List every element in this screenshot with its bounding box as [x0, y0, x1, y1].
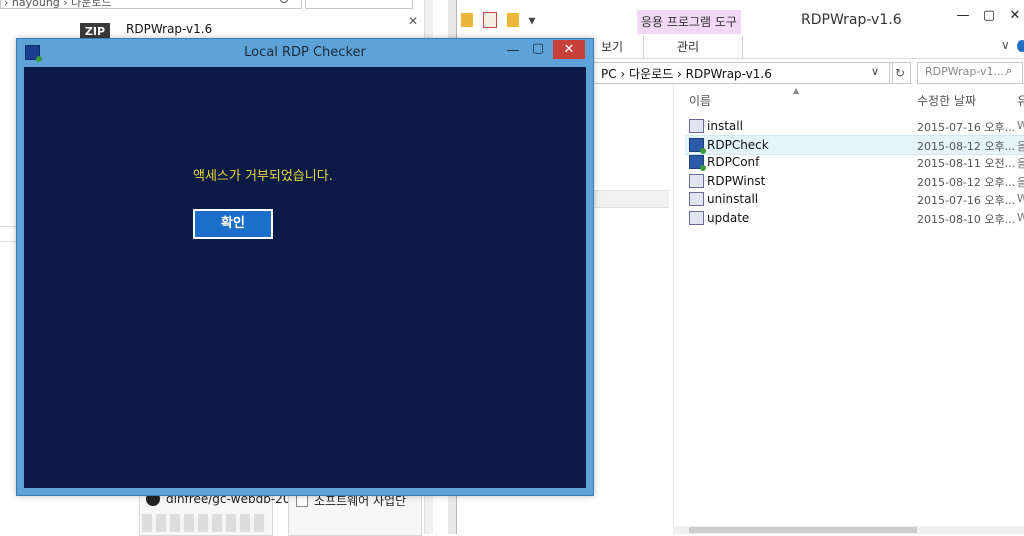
folder-icon[interactable] [461, 13, 473, 27]
search-input[interactable] [305, 0, 413, 9]
tab-manage[interactable]: 관리 [677, 38, 699, 55]
sort-arrow-icon: ▲ [793, 86, 800, 95]
maximize-icon[interactable]: ▢ [977, 8, 1001, 24]
minimize-icon[interactable]: — [951, 8, 975, 24]
properties-icon[interactable] [482, 12, 497, 28]
rdp-app-icon [689, 138, 706, 154]
file-type: W [1017, 192, 1024, 205]
close-icon[interactable]: ✕ [1003, 8, 1024, 24]
close-button[interactable]: ✕ [553, 40, 585, 59]
file-name: RDPConf [707, 155, 760, 169]
close-icon[interactable]: ✕ [408, 14, 418, 28]
new-folder-icon[interactable] [506, 13, 519, 27]
rdp-app-icon [689, 155, 706, 171]
column-header-type[interactable]: 유 [1017, 92, 1024, 109]
file-date: 2015-08-10 오후... [917, 213, 1016, 226]
file-row[interactable]: uninstall 2015-07-16 오후... W [685, 190, 1024, 208]
column-header-name[interactable]: 이름 [689, 92, 711, 109]
maximize-icon[interactable]: ▢ [528, 41, 548, 56]
refresh-icon[interactable]: ↻ [889, 62, 911, 84]
file-date: 2015-08-12 오후... [917, 176, 1016, 189]
console-app-icon [689, 174, 704, 188]
file-row[interactable]: RDPWinst 2015-08-12 오후... 을 [685, 172, 1024, 190]
expand-ribbon-icon[interactable]: ∨ [1001, 38, 1010, 52]
chevron-down-icon[interactable]: ∨ [871, 65, 879, 78]
file-date: 2015-07-16 오후... [917, 194, 1016, 207]
refresh-icon[interactable]: ↻ [278, 0, 290, 8]
file-date: 2015-07-16 오후... [917, 121, 1016, 134]
minimize-icon[interactable]: — [503, 43, 523, 58]
file-type: W [1017, 211, 1024, 224]
file-row[interactable]: RDPCheck 2015-08-12 오후... 을 [685, 135, 1024, 155]
script-file-icon [689, 119, 704, 133]
tab-view[interactable]: 보기 [601, 38, 623, 55]
file-date: 2015-08-12 오후... [917, 140, 1016, 153]
pane-divider[interactable] [673, 84, 674, 534]
quick-access-toolbar: ▼ [461, 12, 535, 28]
error-message: 액세스가 거부되었습니다. [193, 169, 333, 184]
help-icon[interactable] [1017, 40, 1024, 52]
file-name: update [707, 211, 750, 225]
file-type: 을 [1017, 157, 1024, 170]
search-icon[interactable]: ⌕ [1006, 64, 1012, 78]
script-file-icon [689, 192, 704, 206]
breadcrumb: › hayoung › 다운로드 [4, 0, 112, 9]
ok-button[interactable]: 확인 [193, 209, 273, 239]
scrollbar-thumb[interactable] [689, 527, 917, 533]
file-row[interactable]: update 2015-08-10 오후... W [685, 209, 1024, 227]
file-row[interactable]: RDPConf 2015-08-11 오전... 을 [685, 153, 1024, 171]
window-title: RDPWrap-v1.6 [801, 12, 902, 28]
chevron-down-icon[interactable]: ▼ [528, 17, 535, 27]
file-name: RDPCheck [707, 138, 769, 152]
search-placeholder: RDPWrap-v1.... [925, 65, 1008, 78]
file-name: RDPWinst [707, 174, 766, 188]
nav-pane-item[interactable] [593, 190, 669, 208]
file-name: uninstall [707, 192, 759, 206]
tab-app-tools[interactable]: 응용 프로그램 도구 [637, 10, 741, 34]
breadcrumb[interactable]: PC › 다운로드 › RDPWrap-v1.6 [601, 65, 772, 82]
file-name: install [707, 119, 743, 133]
dialog-client-area: 액세스가 거부되었습니다. 확인 [24, 67, 586, 488]
download-item-name[interactable]: RDPWrap-v1.6 [126, 22, 212, 36]
rdp-checker-dialog: Local RDP Checker — ▢ ✕ 액세스가 거부되었습니다. 확인 [16, 38, 594, 496]
column-header-date[interactable]: 수정한 날짜 [917, 92, 976, 109]
script-file-icon [689, 211, 704, 225]
tile-thumbnail [142, 514, 268, 532]
file-row[interactable]: install 2015-07-16 오후... W [685, 117, 1024, 135]
file-type: 을 [1017, 140, 1024, 153]
file-type: W [1017, 119, 1024, 132]
file-date: 2015-08-11 오전... [917, 157, 1016, 170]
file-type: 을 [1017, 176, 1024, 189]
